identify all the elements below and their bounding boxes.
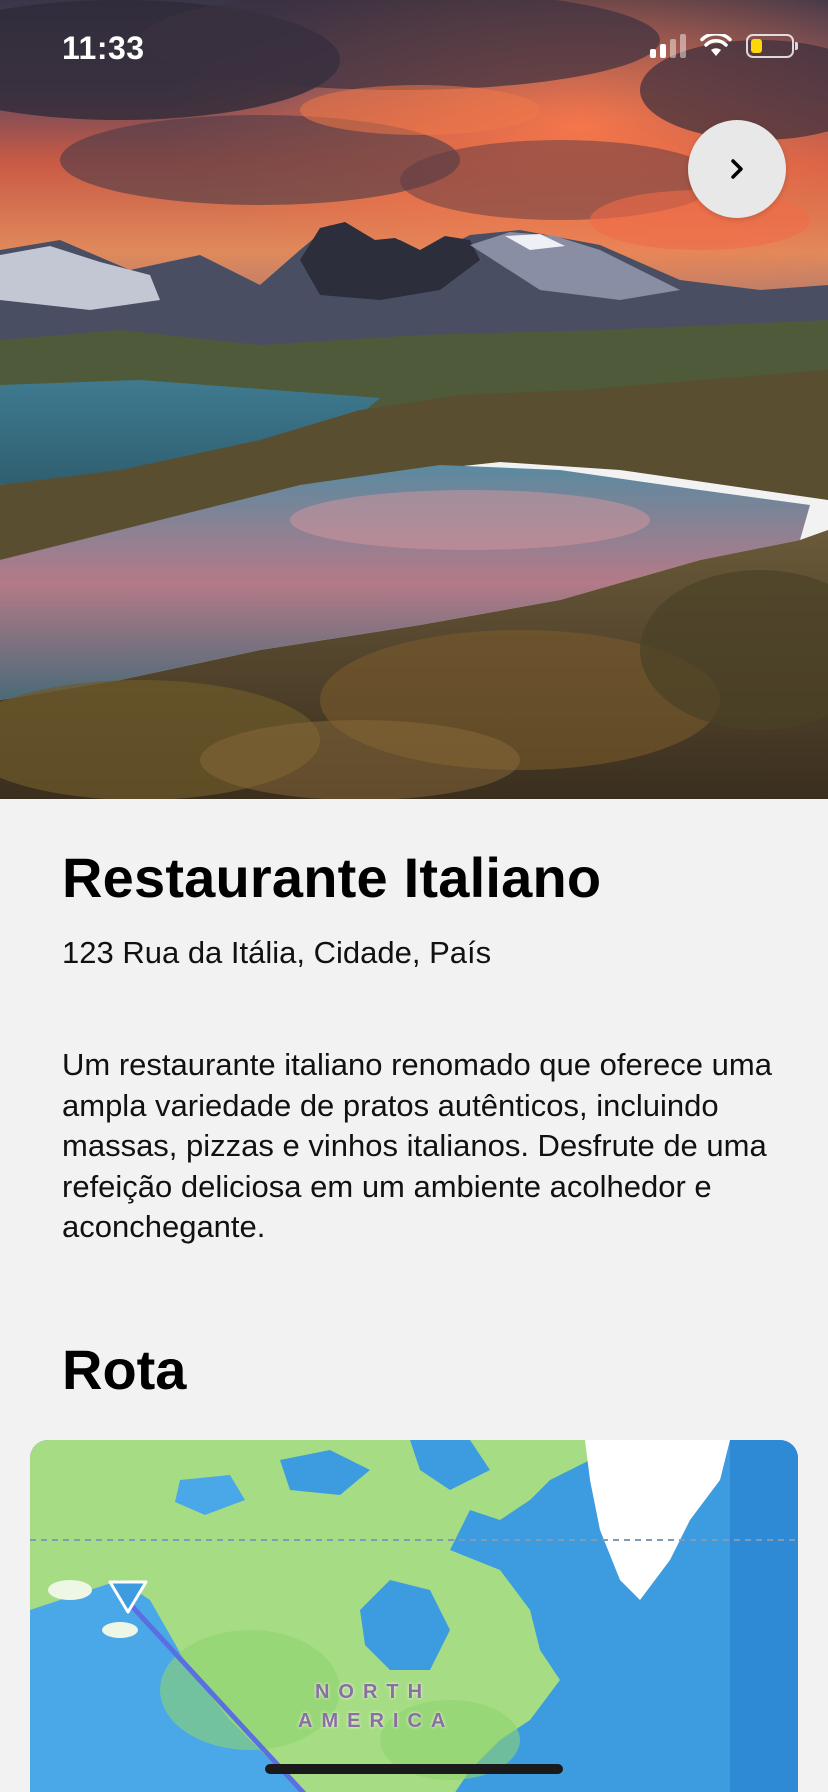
home-indicator[interactable]: [265, 1764, 563, 1774]
route-section-title: Rota: [62, 1338, 187, 1401]
chevron-right-icon: [731, 159, 743, 179]
map-label-line1: NORTH: [314, 1681, 432, 1703]
restaurant-description: Um restaurante italiano renomado que ofe…: [62, 1047, 772, 1244]
route-map[interactable]: NORTH AMERICA: [30, 1440, 798, 1792]
cellular-signal-icon: [650, 34, 686, 58]
status-bar: 11:33: [0, 0, 828, 100]
hero-image: [0, 0, 828, 799]
restaurant-name: Restaurante Italiano: [62, 846, 602, 909]
map-label-line2: AMERICA: [298, 1710, 455, 1732]
restaurant-address: 123 Rua da Itália, Cidade, País: [62, 935, 492, 970]
status-time: 11:33: [62, 30, 145, 66]
next-button[interactable]: [688, 120, 786, 218]
battery-icon: [746, 34, 798, 58]
map-region-label: NORTH AMERICA: [298, 1678, 448, 1736]
status-icons: [650, 34, 798, 58]
restaurant-details: Restaurante Italiano 123 Rua da Itália, …: [0, 799, 828, 1792]
wifi-icon: [700, 34, 732, 56]
